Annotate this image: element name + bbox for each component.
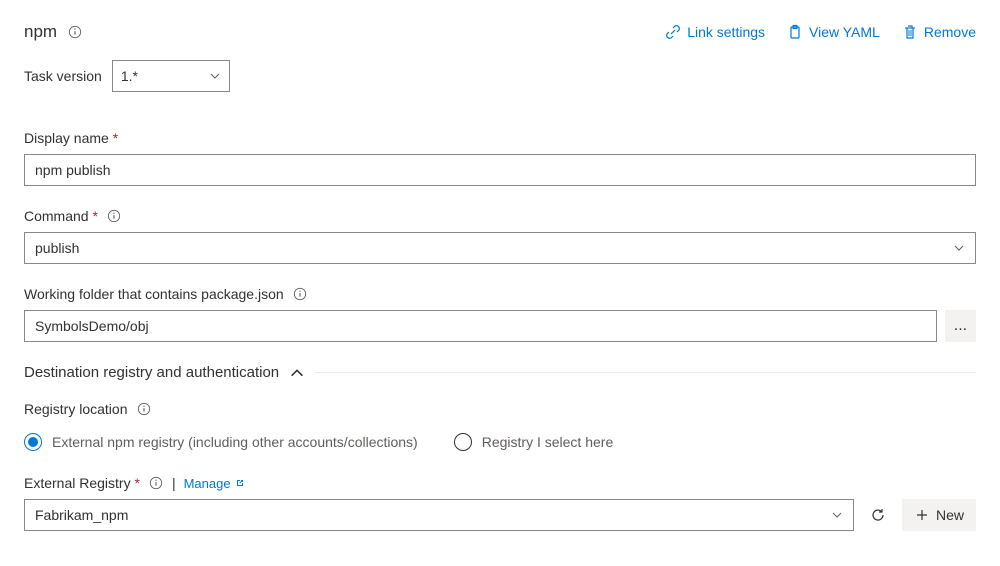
radio-external-label: External npm registry (including other a… xyxy=(52,434,418,450)
new-button[interactable]: New xyxy=(902,499,976,531)
section-header[interactable]: Destination registry and authentication xyxy=(24,364,279,381)
required-marker: * xyxy=(113,130,118,146)
radio-select-here-label: Registry I select here xyxy=(482,434,614,450)
clipboard-icon xyxy=(787,24,803,40)
working-folder-input[interactable] xyxy=(24,310,937,342)
task-version-value: 1.* xyxy=(121,68,138,84)
chevron-down-icon xyxy=(831,509,843,521)
external-link-icon xyxy=(235,476,245,491)
command-value: publish xyxy=(35,240,79,256)
plus-icon xyxy=(914,507,930,523)
display-name-label: Display name * xyxy=(24,130,118,146)
chevron-down-icon xyxy=(209,70,221,82)
external-registry-select[interactable]: Fabrikam_npm xyxy=(24,499,854,531)
display-name-input[interactable] xyxy=(24,154,976,186)
divider-pipe: | xyxy=(172,475,176,491)
info-icon[interactable] xyxy=(67,24,83,40)
refresh-icon xyxy=(870,507,886,523)
link-settings-label: Link settings xyxy=(687,24,765,40)
task-version-select[interactable]: 1.* xyxy=(112,60,230,92)
radio-button-unchecked xyxy=(454,433,472,451)
info-icon[interactable] xyxy=(106,208,122,224)
command-label: Command * xyxy=(24,208,98,224)
view-yaml-label: View YAML xyxy=(809,24,880,40)
task-version-label: Task version xyxy=(24,68,102,84)
page-title: npm xyxy=(24,22,57,42)
radio-button-checked xyxy=(24,433,42,451)
chevron-up-icon[interactable] xyxy=(289,365,305,381)
radio-select-here[interactable]: Registry I select here xyxy=(454,433,614,451)
browse-button[interactable]: ... xyxy=(945,310,976,342)
link-settings-button[interactable]: Link settings xyxy=(665,24,765,40)
required-marker: * xyxy=(92,208,97,224)
link-icon xyxy=(665,24,681,40)
info-icon[interactable] xyxy=(148,475,164,491)
view-yaml-button[interactable]: View YAML xyxy=(787,24,880,40)
remove-button[interactable]: Remove xyxy=(902,24,976,40)
section-divider xyxy=(315,372,976,373)
registry-location-label: Registry location xyxy=(24,401,128,417)
manage-link[interactable]: Manage xyxy=(184,476,245,491)
working-folder-label: Working folder that contains package.jso… xyxy=(24,286,284,302)
chevron-down-icon xyxy=(953,242,965,254)
radio-external-registry[interactable]: External npm registry (including other a… xyxy=(24,433,418,451)
required-marker: * xyxy=(134,475,139,491)
external-registry-value: Fabrikam_npm xyxy=(35,507,128,523)
remove-label: Remove xyxy=(924,24,976,40)
info-icon[interactable] xyxy=(136,401,152,417)
external-registry-label: External Registry * xyxy=(24,475,140,491)
info-icon[interactable] xyxy=(292,286,308,302)
new-button-label: New xyxy=(936,507,964,523)
refresh-button[interactable] xyxy=(862,499,894,531)
trash-icon xyxy=(902,24,918,40)
command-select[interactable]: publish xyxy=(24,232,976,264)
